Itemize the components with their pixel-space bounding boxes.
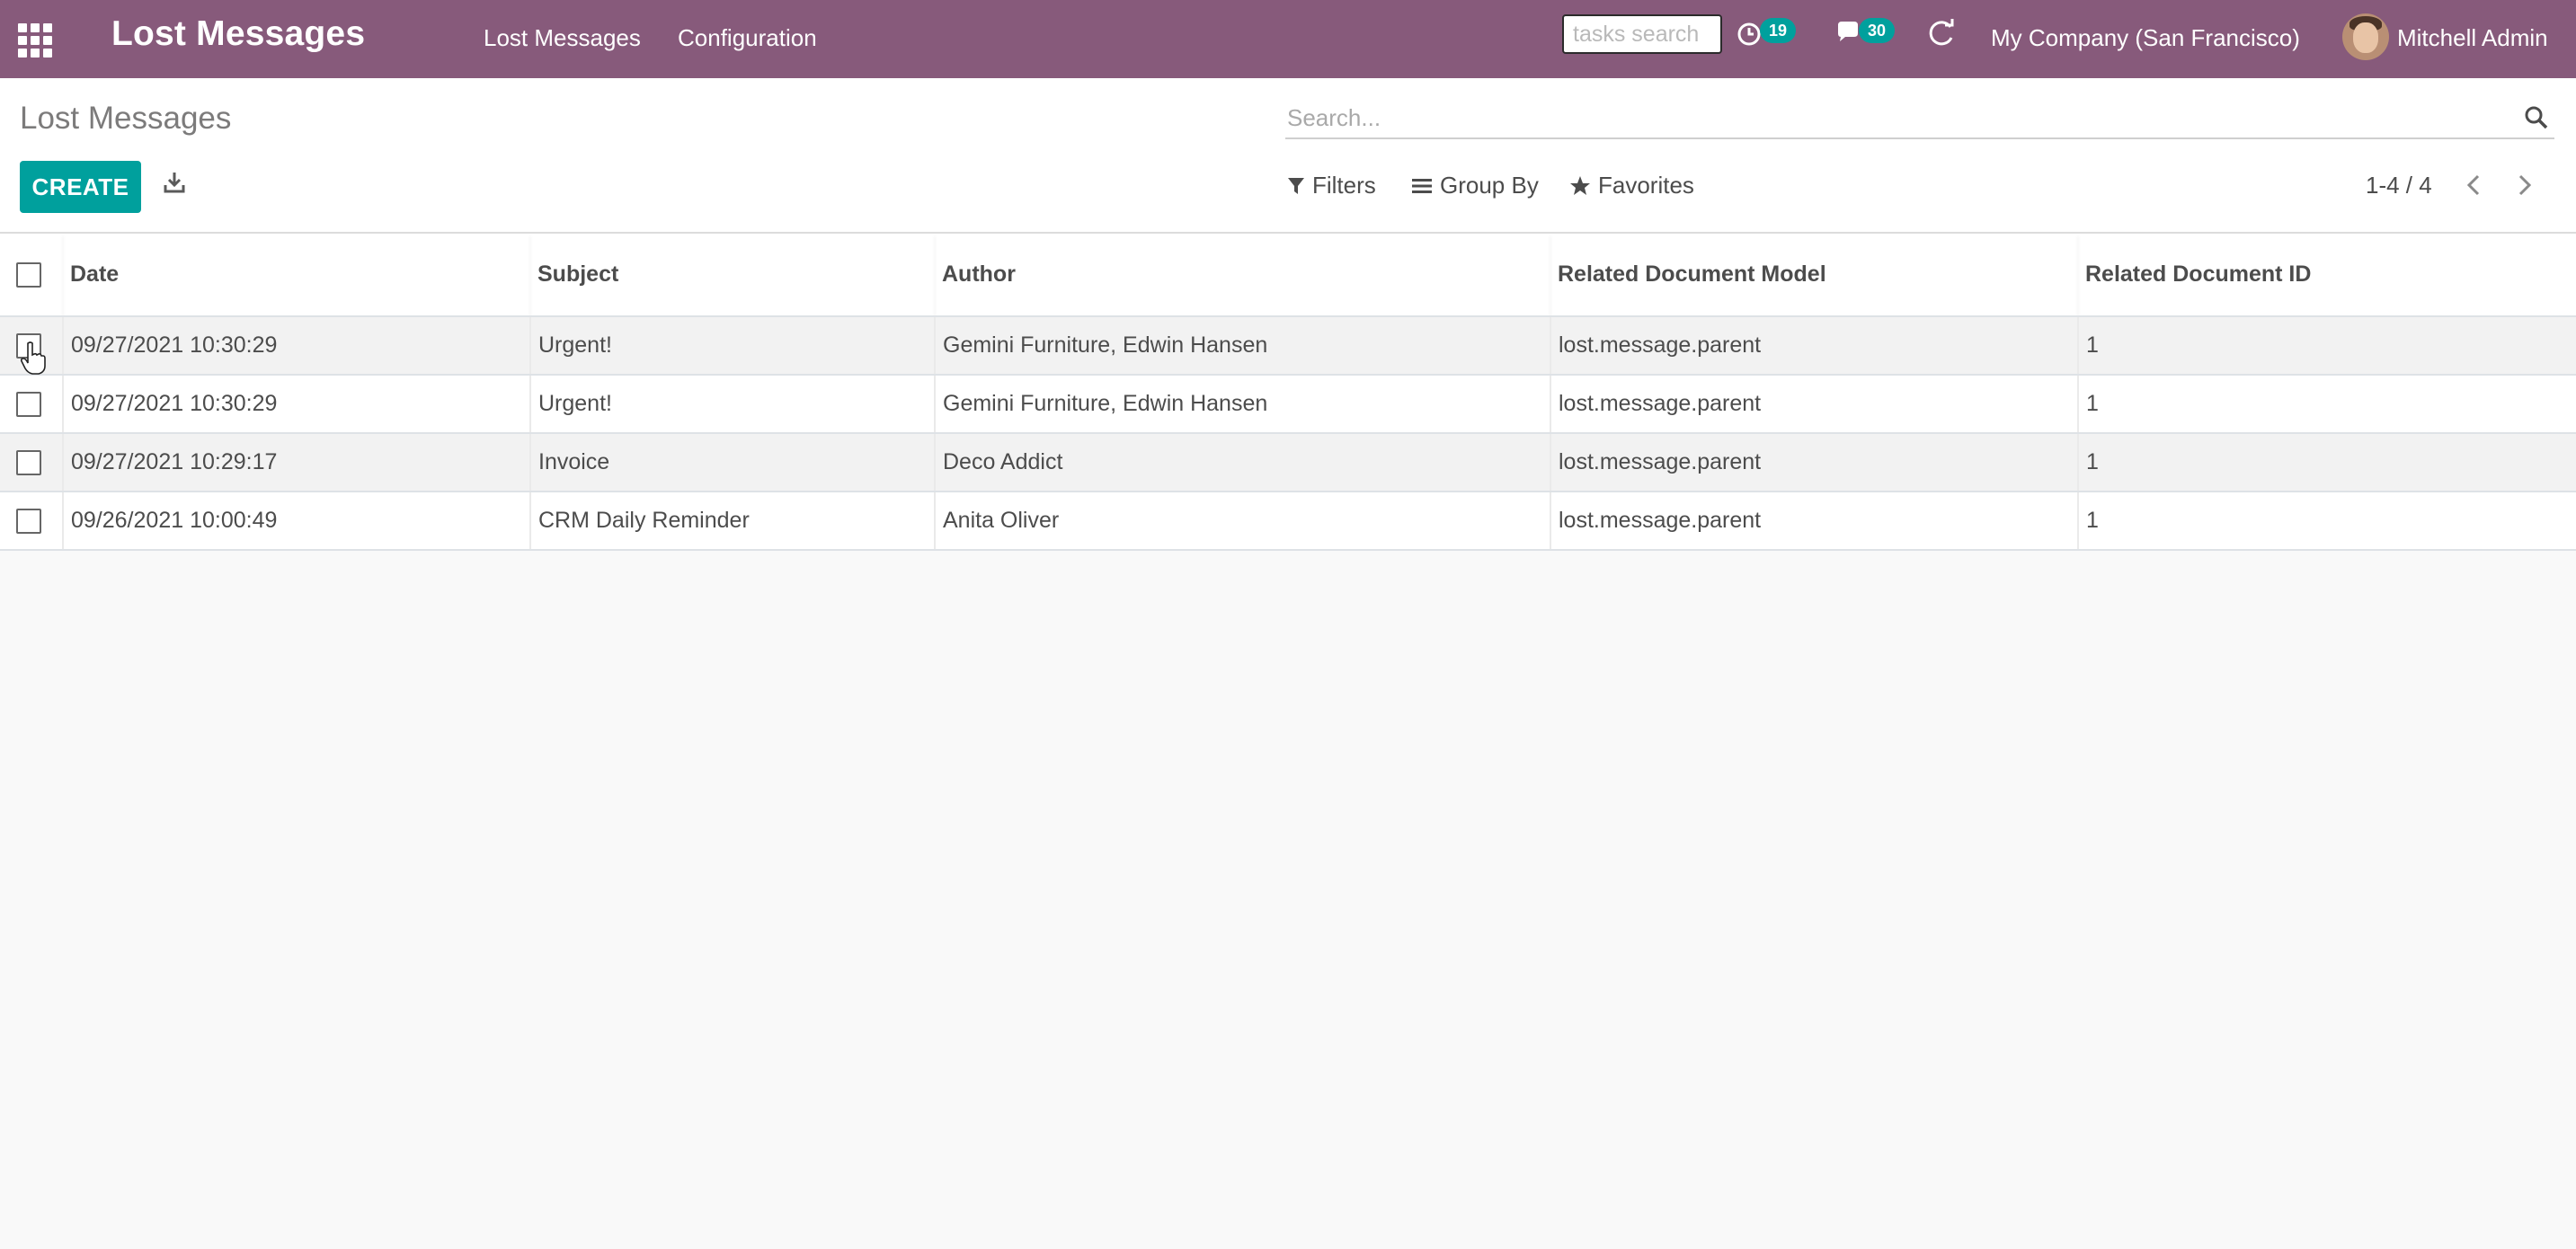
table-row[interactable]: 09/26/2021 10:00:49 CRM Daily Reminder A… [0, 492, 2576, 551]
cell-res-id: 1 [2077, 316, 2576, 376]
search-icon[interactable] [2524, 105, 2549, 135]
row-checkbox[interactable] [16, 391, 41, 417]
cell-subject: Urgent! [529, 375, 935, 434]
cell-author: Anita Oliver [934, 492, 1550, 551]
column-header-subject[interactable]: Subject [530, 234, 935, 317]
cell-date: 09/26/2021 10:00:49 [62, 492, 530, 551]
lost-messages-table: Date Subject Author Related Document Mod… [0, 234, 2576, 551]
chevron-left-icon[interactable] [2465, 173, 2484, 201]
control-panel: Lost Messages CREATE Filters Group By [0, 78, 2576, 234]
filter-icon [1288, 177, 1304, 194]
app-brand[interactable]: Lost Messages [111, 14, 365, 54]
cell-res-id: 1 [2077, 433, 2576, 492]
cell-author: Gemini Furniture, Edwin Hansen [934, 316, 1550, 376]
search-input[interactable] [1287, 100, 2492, 136]
filters-button[interactable]: Filters [1287, 172, 1376, 199]
menu-lost-messages[interactable]: Lost Messages [484, 24, 641, 52]
user-menu[interactable]: Mitchell Admin [2397, 24, 2548, 52]
favorites-button[interactable]: Favorites [1569, 172, 1694, 199]
cell-date: 09/27/2021 10:30:29 [62, 316, 530, 376]
messages-count-badge: 30 [1859, 18, 1895, 43]
top-navbar: Lost Messages Lost Messages Configuratio… [0, 0, 2576, 78]
filters-label: Filters [1312, 172, 1376, 199]
pager-value[interactable]: 1-4 / 4 [2366, 172, 2432, 199]
breadcrumb: Lost Messages [20, 101, 232, 136]
cell-model: lost.message.parent [1550, 492, 2078, 551]
refresh-icon[interactable] [1925, 18, 1958, 55]
list-view: Date Subject Author Related Document Mod… [0, 234, 2576, 551]
create-button[interactable]: CREATE [20, 161, 141, 213]
cell-model: lost.message.parent [1550, 316, 2078, 376]
column-header-related-document-id[interactable]: Related Document ID [2078, 234, 2576, 317]
cell-model: lost.message.parent [1550, 433, 2078, 492]
cell-date: 09/27/2021 10:29:17 [62, 433, 530, 492]
bars-icon [1412, 178, 1432, 193]
apps-grid-icon[interactable] [18, 23, 52, 58]
tasks-search-input[interactable] [1562, 14, 1722, 54]
column-header-author[interactable]: Author [935, 234, 1550, 317]
activity-count-badge: 19 [1760, 18, 1796, 43]
search-bar [1285, 100, 2554, 139]
company-switcher[interactable]: My Company (San Francisco) [1991, 24, 2300, 52]
group-by-label: Group By [1440, 172, 1539, 199]
table-header-row: Date Subject Author Related Document Mod… [0, 234, 2576, 317]
cell-subject: Urgent! [529, 316, 935, 376]
cell-subject: Invoice [529, 433, 935, 492]
cell-author: Deco Addict [934, 433, 1550, 492]
row-checkbox[interactable] [16, 449, 41, 475]
menu-configuration[interactable]: Configuration [678, 24, 817, 52]
row-checkbox[interactable] [16, 508, 41, 534]
cell-date: 09/27/2021 10:30:29 [62, 375, 530, 434]
table-row[interactable]: 09/27/2021 10:30:29 Urgent! Gemini Furni… [0, 316, 2576, 376]
cell-author: Gemini Furniture, Edwin Hansen [934, 375, 1550, 434]
user-avatar[interactable] [2342, 13, 2389, 60]
column-header-date[interactable]: Date [63, 234, 530, 317]
table-row[interactable]: 09/27/2021 10:29:17 Invoice Deco Addict … [0, 433, 2576, 492]
cell-subject: CRM Daily Reminder [529, 492, 935, 551]
chevron-right-icon[interactable] [2514, 173, 2534, 201]
cell-res-id: 1 [2077, 492, 2576, 551]
select-all-checkbox[interactable] [16, 261, 41, 288]
hand-cursor-icon [20, 341, 47, 380]
cell-res-id: 1 [2077, 375, 2576, 434]
download-icon[interactable] [164, 171, 185, 199]
favorites-label: Favorites [1598, 172, 1694, 199]
column-header-related-document-model[interactable]: Related Document Model [1550, 234, 2078, 317]
cell-model: lost.message.parent [1550, 375, 2078, 434]
group-by-button[interactable]: Group By [1411, 172, 1539, 199]
table-row[interactable]: 09/27/2021 10:30:29 Urgent! Gemini Furni… [0, 375, 2576, 434]
star-icon [1570, 175, 1590, 195]
